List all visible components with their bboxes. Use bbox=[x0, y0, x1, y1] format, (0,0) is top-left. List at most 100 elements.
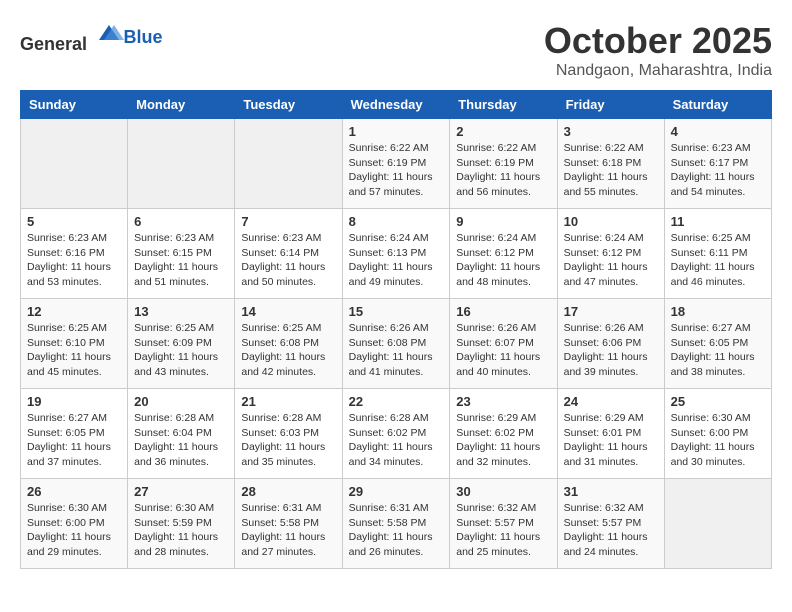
week-row-2: 5 Sunrise: 6:23 AMSunset: 6:16 PMDaylight… bbox=[21, 209, 772, 299]
day-number: 3 bbox=[564, 124, 658, 139]
day-number: 15 bbox=[349, 304, 444, 319]
day-number: 14 bbox=[241, 304, 335, 319]
calendar-cell: 15 Sunrise: 6:26 AMSunset: 6:08 PMDayligh… bbox=[342, 299, 450, 389]
day-number: 16 bbox=[456, 304, 550, 319]
calendar-cell: 12 Sunrise: 6:25 AMSunset: 6:10 PMDayligh… bbox=[21, 299, 128, 389]
day-number: 27 bbox=[134, 484, 228, 499]
day-number: 8 bbox=[349, 214, 444, 229]
day-info: Sunrise: 6:23 AMSunset: 6:16 PMDaylight:… bbox=[27, 231, 121, 290]
calendar-cell: 14Sunrise: 6:25 AMSunset: 6:08 PMDayligh… bbox=[235, 299, 342, 389]
weekday-header-wednesday: Wednesday bbox=[342, 91, 450, 119]
week-row-3: 12 Sunrise: 6:25 AMSunset: 6:10 PMDayligh… bbox=[21, 299, 772, 389]
day-info: Sunrise: 6:27 AMSunset: 6:05 PMDaylight:… bbox=[671, 321, 765, 380]
calendar-cell: 24 Sunrise: 6:29 AMSunset: 6:01 PMDayligh… bbox=[557, 389, 664, 479]
calendar-cell bbox=[664, 479, 771, 569]
calendar-cell bbox=[21, 119, 128, 209]
day-info: Sunrise: 6:25 AMSunset: 6:11 PMDaylight:… bbox=[671, 231, 765, 290]
logo-icon bbox=[94, 20, 124, 50]
calendar-cell: 31Sunrise: 6:32 AMSunset: 5:57 PMDayligh… bbox=[557, 479, 664, 569]
day-info: Sunrise: 6:28 AMSunset: 6:02 PMDaylight:… bbox=[349, 411, 444, 470]
calendar-cell: 18 Sunrise: 6:27 AMSunset: 6:05 PMDayligh… bbox=[664, 299, 771, 389]
calendar-cell bbox=[128, 119, 235, 209]
day-number: 18 bbox=[671, 304, 765, 319]
calendar-cell: 21 Sunrise: 6:28 AMSunset: 6:03 PMDayligh… bbox=[235, 389, 342, 479]
day-info: Sunrise: 6:24 AMSunset: 6:12 PMDaylight:… bbox=[564, 231, 658, 290]
calendar-cell: 8 Sunrise: 6:24 AMSunset: 6:13 PMDaylight… bbox=[342, 209, 450, 299]
calendar-cell bbox=[235, 119, 342, 209]
day-number: 22 bbox=[349, 394, 444, 409]
day-info: Sunrise: 6:22 AMSunset: 6:19 PMDaylight:… bbox=[456, 141, 550, 200]
day-number: 11 bbox=[671, 214, 765, 229]
day-info: Sunrise: 6:25 AMSunset: 6:10 PMDaylight:… bbox=[27, 321, 121, 380]
day-info: Sunrise: 6:26 AMSunset: 6:08 PMDaylight:… bbox=[349, 321, 444, 380]
month-title: October 2025 bbox=[544, 20, 772, 62]
weekday-header-saturday: Saturday bbox=[664, 91, 771, 119]
calendar-cell: 22 Sunrise: 6:28 AMSunset: 6:02 PMDayligh… bbox=[342, 389, 450, 479]
day-number: 7 bbox=[241, 214, 335, 229]
day-info: Sunrise: 6:30 AMSunset: 5:59 PMDaylight:… bbox=[134, 501, 228, 560]
day-info: Sunrise: 6:29 AMSunset: 6:02 PMDaylight:… bbox=[456, 411, 550, 470]
calendar-cell: 19Sunrise: 6:27 AMSunset: 6:05 PMDayligh… bbox=[21, 389, 128, 479]
weekday-header-monday: Monday bbox=[128, 91, 235, 119]
day-info: Sunrise: 6:23 AMSunset: 6:17 PMDaylight:… bbox=[671, 141, 765, 200]
day-info: Sunrise: 6:29 AMSunset: 6:01 PMDaylight:… bbox=[564, 411, 658, 470]
day-info: Sunrise: 6:32 AMSunset: 5:57 PMDaylight:… bbox=[456, 501, 550, 560]
day-number: 26 bbox=[27, 484, 121, 499]
calendar-cell: 25 Sunrise: 6:30 AMSunset: 6:00 PMDayligh… bbox=[664, 389, 771, 479]
day-number: 25 bbox=[671, 394, 765, 409]
day-number: 12 bbox=[27, 304, 121, 319]
logo-general-text: General bbox=[20, 34, 87, 54]
day-number: 30 bbox=[456, 484, 550, 499]
calendar-cell: 16 Sunrise: 6:26 AMSunset: 6:07 PMDayligh… bbox=[450, 299, 557, 389]
day-number: 31 bbox=[564, 484, 658, 499]
weekday-header-sunday: Sunday bbox=[21, 91, 128, 119]
day-number: 28 bbox=[241, 484, 335, 499]
calendar-cell: 10 Sunrise: 6:24 AMSunset: 6:12 PMDayligh… bbox=[557, 209, 664, 299]
title-section: October 2025 Nandgaon, Maharashtra, Indi… bbox=[544, 20, 772, 80]
day-number: 19 bbox=[27, 394, 121, 409]
logo: General Blue bbox=[20, 20, 163, 55]
calendar-cell: 11 Sunrise: 6:25 AMSunset: 6:11 PMDayligh… bbox=[664, 209, 771, 299]
week-row-4: 19Sunrise: 6:27 AMSunset: 6:05 PMDayligh… bbox=[21, 389, 772, 479]
day-number: 29 bbox=[349, 484, 444, 499]
calendar-cell: 9Sunrise: 6:24 AMSunset: 6:12 PMDaylight… bbox=[450, 209, 557, 299]
day-info: Sunrise: 6:24 AMSunset: 6:13 PMDaylight:… bbox=[349, 231, 444, 290]
day-number: 5 bbox=[27, 214, 121, 229]
week-row-1: 1 Sunrise: 6:22 AMSunset: 6:19 PMDaylight… bbox=[21, 119, 772, 209]
day-number: 17 bbox=[564, 304, 658, 319]
day-info: Sunrise: 6:28 AMSunset: 6:03 PMDaylight:… bbox=[241, 411, 335, 470]
day-info: Sunrise: 6:30 AMSunset: 6:00 PMDaylight:… bbox=[671, 411, 765, 470]
calendar-cell: 28Sunrise: 6:31 AMSunset: 5:58 PMDayligh… bbox=[235, 479, 342, 569]
day-number: 4 bbox=[671, 124, 765, 139]
location-title: Nandgaon, Maharashtra, India bbox=[544, 62, 772, 80]
calendar-cell: 1 Sunrise: 6:22 AMSunset: 6:19 PMDaylight… bbox=[342, 119, 450, 209]
day-number: 24 bbox=[564, 394, 658, 409]
day-info: Sunrise: 6:26 AMSunset: 6:07 PMDaylight:… bbox=[456, 321, 550, 380]
day-number: 9 bbox=[456, 214, 550, 229]
calendar-cell: 23Sunrise: 6:29 AMSunset: 6:02 PMDayligh… bbox=[450, 389, 557, 479]
logo-blue-text: Blue bbox=[124, 27, 163, 48]
calendar-cell: 13Sunrise: 6:25 AMSunset: 6:09 PMDayligh… bbox=[128, 299, 235, 389]
day-info: Sunrise: 6:22 AMSunset: 6:19 PMDaylight:… bbox=[349, 141, 444, 200]
calendar-cell: 3 Sunrise: 6:22 AMSunset: 6:18 PMDaylight… bbox=[557, 119, 664, 209]
day-number: 20 bbox=[134, 394, 228, 409]
week-row-5: 26 Sunrise: 6:30 AMSunset: 6:00 PMDayligh… bbox=[21, 479, 772, 569]
day-info: Sunrise: 6:25 AMSunset: 6:09 PMDaylight:… bbox=[134, 321, 228, 380]
day-number: 21 bbox=[241, 394, 335, 409]
weekday-header-thursday: Thursday bbox=[450, 91, 557, 119]
calendar-cell: 26 Sunrise: 6:30 AMSunset: 6:00 PMDayligh… bbox=[21, 479, 128, 569]
weekday-header-friday: Friday bbox=[557, 91, 664, 119]
calendar-cell: 5 Sunrise: 6:23 AMSunset: 6:16 PMDaylight… bbox=[21, 209, 128, 299]
weekday-header-row: SundayMondayTuesdayWednesdayThursdayFrid… bbox=[21, 91, 772, 119]
day-number: 1 bbox=[349, 124, 444, 139]
day-number: 6 bbox=[134, 214, 228, 229]
calendar-cell: 27 Sunrise: 6:30 AMSunset: 5:59 PMDayligh… bbox=[128, 479, 235, 569]
day-info: Sunrise: 6:30 AMSunset: 6:00 PMDaylight:… bbox=[27, 501, 121, 560]
day-info: Sunrise: 6:23 AMSunset: 6:14 PMDaylight:… bbox=[241, 231, 335, 290]
calendar-cell: 20Sunrise: 6:28 AMSunset: 6:04 PMDayligh… bbox=[128, 389, 235, 479]
page-header: General Blue October 2025 Nandgaon, Maha… bbox=[20, 20, 772, 80]
calendar-cell: 17Sunrise: 6:26 AMSunset: 6:06 PMDayligh… bbox=[557, 299, 664, 389]
day-number: 10 bbox=[564, 214, 658, 229]
calendar-cell: 7 Sunrise: 6:23 AMSunset: 6:14 PMDaylight… bbox=[235, 209, 342, 299]
day-info: Sunrise: 6:22 AMSunset: 6:18 PMDaylight:… bbox=[564, 141, 658, 200]
